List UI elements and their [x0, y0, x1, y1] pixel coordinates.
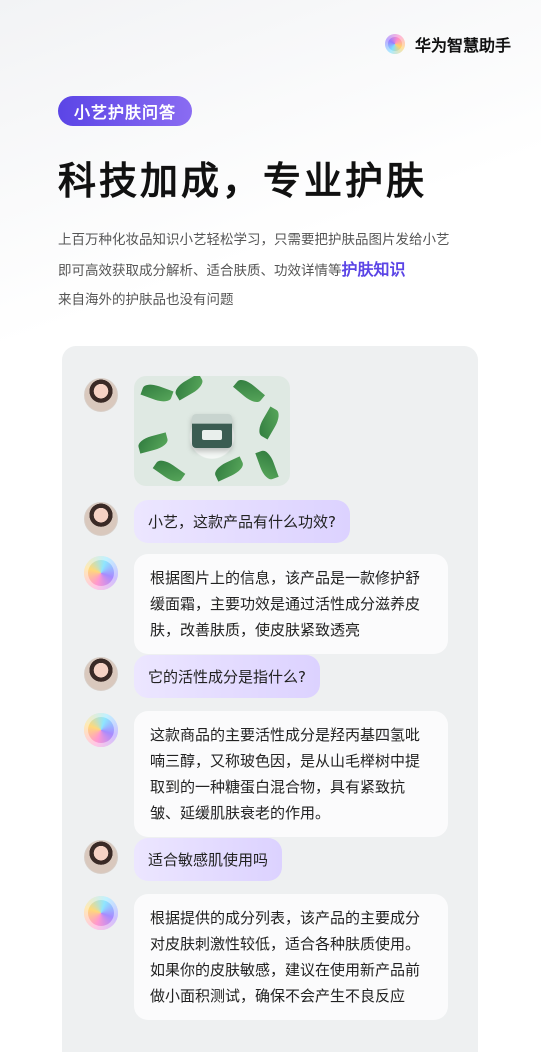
leaf-icon [255, 406, 283, 440]
description-line-1: 上百万种化妆品知识小艺轻松学习，只需要把护肤品图片发给小艺 [58, 232, 450, 248]
huawei-assistant-logo-icon [384, 34, 405, 54]
assistant-answer-bubble[interactable]: 根据提供的成分列表，该产品的主要成分对皮肤刺激性较低，适合各种肤质使用。如果你的… [134, 894, 448, 1020]
user-avatar [84, 502, 118, 536]
feature-tag: 小艺护肤问答 [58, 96, 193, 126]
chat-message-user: 它的活性成分是指什么? [84, 655, 320, 698]
user-question-bubble[interactable]: 适合敏感肌使用吗 [134, 838, 283, 881]
leaf-icon [172, 376, 206, 401]
leaf-icon [140, 381, 174, 405]
chat-message-assistant: 这款商品的主要活性成分是羟丙基四氢吡喃三醇，又称玻色因，是从山毛榉树中提取到的一… [84, 711, 448, 837]
user-question-bubble[interactable]: 它的活性成分是指什么? [134, 655, 320, 698]
leaf-icon [255, 448, 279, 482]
user-avatar [84, 378, 118, 412]
chat-message-user: 小艺，这款产品有什么功效? [84, 500, 350, 543]
description-line-3: 来自海外的护肤品也没有问题 [58, 292, 234, 308]
assistant-avatar [84, 713, 118, 747]
leaf-icon [152, 456, 186, 486]
skincare-jar-with-leaves-image[interactable] [134, 376, 290, 486]
description-highlight: 护肤知识 [341, 260, 406, 279]
description-line-2-text: 即可高效获取成分解析、适合肤质、功效详情等 [58, 263, 342, 279]
assistant-answer-bubble[interactable]: 根据图片上的信息，该产品是一款修护舒缓面霜，主要功效是通过活性成分滋养皮肤，改善… [134, 554, 448, 654]
description: 上百万种化妆品知识小艺轻松学习，只需要把护肤品图片发给小艺 即可高效获取成分解析… [58, 226, 498, 315]
brand-name: 华为智慧助手 [414, 36, 511, 55]
user-question-bubble[interactable]: 小艺，这款产品有什么功效? [134, 500, 350, 543]
assistant-answer-bubble[interactable]: 这款商品的主要活性成分是羟丙基四氢吡喃三醇，又称玻色因，是从山毛榉树中提取到的一… [134, 711, 448, 837]
user-avatar [84, 840, 118, 874]
chat-message-user-image [84, 376, 290, 486]
assistant-avatar [84, 896, 118, 930]
cream-jar-icon [192, 414, 232, 448]
chat-card: 小艺，这款产品有什么功效? 根据图片上的信息，该产品是一款修护舒缓面霜，主要功效… [62, 346, 478, 1052]
chat-message-assistant: 根据图片上的信息，该产品是一款修护舒缓面霜，主要功效是通过活性成分滋养皮肤，改善… [84, 554, 448, 654]
user-avatar [84, 657, 118, 691]
chat-message-assistant: 根据提供的成分列表，该产品的主要成分对皮肤刺激性较低，适合各种肤质使用。如果你的… [84, 894, 448, 1020]
chat-message-user: 适合敏感肌使用吗 [84, 838, 283, 881]
description-line-2: 即可高效获取成分解析、适合肤质、功效详情等护肤知识 [58, 255, 498, 286]
assistant-avatar [84, 556, 118, 590]
leaf-icon [212, 456, 246, 482]
brand-header: 华为智慧助手 [384, 32, 511, 56]
page-title: 科技加成，专业护肤 [58, 159, 428, 203]
leaf-icon [233, 376, 265, 407]
leaf-icon [136, 432, 170, 454]
